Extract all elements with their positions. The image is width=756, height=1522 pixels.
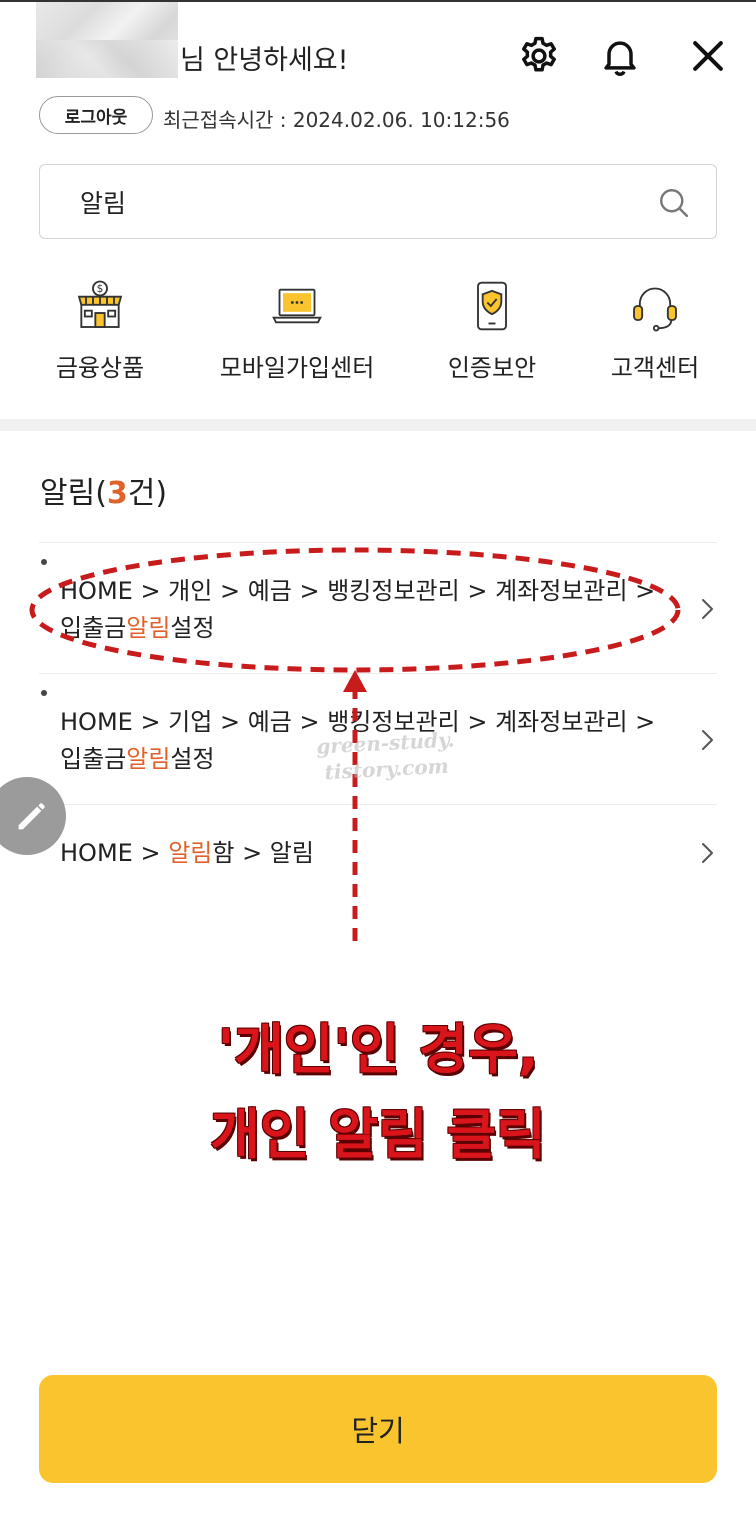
settings-button[interactable] (515, 32, 563, 80)
bell-icon (604, 41, 636, 76)
blurred-username (36, 2, 178, 78)
search-bar[interactable] (39, 164, 717, 239)
watermark-line: tistory.com (324, 753, 450, 785)
quick-menu-label: 금융상품 (55, 354, 145, 382)
result-path-highlight: 알림 (168, 839, 213, 867)
greeting-text: 님 안녕하세요! (180, 45, 349, 76)
headset-icon (633, 287, 677, 332)
section-divider (0, 419, 756, 431)
svg-text:$: $ (97, 283, 104, 295)
result-title: 알림(3건) (40, 468, 167, 512)
chevron-right-icon (702, 843, 713, 863)
annotation-arrow (343, 670, 367, 948)
last-access-time: 최근접속시간 : 2024.02.06. 10:12:56 (163, 108, 510, 132)
notification-button[interactable] (596, 32, 644, 80)
quick-menu-label: 모바일가입센터 (219, 354, 375, 382)
annotation-text-line2: 개인 알림 클릭 (210, 1103, 546, 1166)
quick-menu-label: 고객센터 (610, 354, 700, 382)
annotation-ellipse (29, 547, 681, 673)
close-button[interactable]: 닫기 (39, 1375, 717, 1483)
gear-icon (522, 36, 556, 72)
result-count: 3 (106, 476, 128, 511)
shield-phone-icon (477, 281, 507, 331)
close-x-button[interactable] (684, 32, 732, 80)
quick-menu-customer-center[interactable]: 고객센터 (560, 278, 750, 383)
store-icon: $ (77, 280, 123, 328)
result-path-highlight: 알림 (126, 745, 171, 773)
result-path: HOME > 알림함 > 알림 (39, 805, 717, 872)
result-path-text: HOME > (60, 839, 169, 867)
search-input[interactable] (80, 183, 640, 221)
watermark: green-study. tistory.com (295, 725, 477, 786)
annotation-text-line1: '개인'인 경우, (217, 1018, 539, 1081)
quick-menu-mobile-signup[interactable]: 모바일가입센터 (202, 278, 392, 383)
laptop-icon (272, 288, 322, 324)
quick-menu-auth-security[interactable]: 인증보안 (397, 278, 587, 383)
chevron-right-icon (702, 599, 713, 619)
result-path-text: 함 > 알림 (212, 839, 314, 867)
logout-button[interactable]: 로그아웃 (39, 96, 153, 134)
chevron-right-icon (702, 730, 713, 750)
pencil-icon (18, 803, 45, 830)
result-item-notification-box[interactable]: HOME > 알림함 > 알림 (39, 804, 717, 900)
result-path-text: 설정 (170, 745, 215, 773)
quick-menu-financial-products[interactable]: $ 금융상품 (5, 278, 195, 383)
result-title-prefix: 알림( (40, 476, 107, 511)
result-path-text: 입출금 (60, 745, 127, 773)
close-icon (693, 41, 723, 71)
quick-menu: $ 금융상품 모바일가입센터 인증보안 고객센터 (0, 278, 756, 388)
result-title-suffix: 건) (127, 476, 168, 511)
quick-menu-label: 인증보안 (447, 354, 537, 382)
search-icon[interactable] (656, 185, 692, 221)
